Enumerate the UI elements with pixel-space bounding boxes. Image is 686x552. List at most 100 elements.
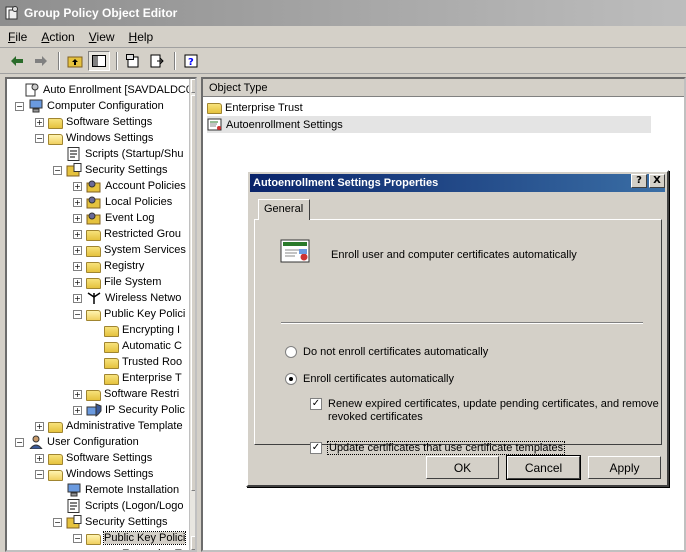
list-item-autoenrollment-settings[interactable]: Autoenrollment Settings [207,116,651,133]
computer-icon [28,99,47,113]
tree-item[interactable]: Trusted Roo [91,354,182,370]
tree-item-label: Public Key Polici [102,531,187,545]
tree-item[interactable]: − Public Key Polici [73,530,187,546]
radio-enroll-automatically[interactable]: Enroll certificates automatically [285,373,454,385]
autoenrollment-properties-dialog: Autoenrollment Settings Properties ? X G… [246,170,669,487]
properties-icon[interactable] [122,51,144,71]
folder-icon [48,116,66,129]
folder-open-icon [86,532,104,545]
forward-arrow-icon[interactable] [30,51,52,71]
radio-do-not-enroll[interactable]: Do not enroll certificates automatically [285,346,488,358]
console-tree[interactable]: Auto Enrollment [SAVDALDC01. − Computer Co… [5,77,197,552]
tree-item[interactable]: − Windows Settings [35,466,153,482]
folder-icon [48,452,66,465]
checkbox-checked[interactable]: ✓ [310,398,322,410]
radio-label: Do not enroll certificates automatically [303,346,489,358]
folder-icon [86,388,104,401]
tree-item[interactable]: − User Configuration [15,434,139,450]
expand-icon[interactable]: + [73,405,82,415]
tree-item[interactable]: Remote Installation [53,482,179,498]
expand-icon[interactable]: + [35,421,44,431]
dialog-close-button[interactable]: X [649,174,665,188]
tree-item[interactable]: + Administrative Template [35,418,183,434]
radio-button[interactable] [285,346,297,358]
tree-item[interactable]: + Account Policies [73,178,186,194]
menu-file[interactable]: File [8,30,27,44]
collapse-icon[interactable]: − [53,517,62,527]
menu-help[interactable]: Help [129,30,154,44]
tree-scrollbar[interactable]: ▲ ▼ [189,79,195,550]
tree-item-label: Windows Settings [66,468,154,480]
tree-item[interactable]: Auto Enrollment [SAVDALDC01. [11,82,195,98]
expand-icon[interactable]: + [73,261,82,271]
collapse-icon[interactable]: − [15,101,24,111]
menu-action[interactable]: Action [41,30,74,44]
tree-item[interactable]: + Local Policies [73,194,172,210]
tree-item[interactable]: + Registry [73,258,144,274]
expand-icon[interactable]: + [73,181,82,191]
expand-icon[interactable]: + [73,245,82,255]
scroll-down-arrow-icon[interactable]: ▼ [191,536,195,550]
tree-item[interactable]: + Software Settings [35,450,152,466]
toolbar-separator [116,51,118,70]
collapse-icon[interactable]: − [73,309,82,319]
tree-item[interactable]: + Software Restri [73,386,179,402]
expand-icon[interactable]: + [73,229,82,239]
expand-icon[interactable]: + [35,453,44,463]
tree-item[interactable]: Scripts (Startup/Shu [53,146,183,162]
up-folder-icon[interactable] [64,51,86,71]
ok-button[interactable]: OK [426,456,499,479]
expand-icon[interactable]: + [73,277,82,287]
checkbox-checked[interactable]: ✓ [310,442,322,454]
expand-icon[interactable]: + [35,117,44,127]
folder-open-icon [48,468,66,481]
tab-general[interactable]: General [258,199,310,220]
collapse-icon[interactable]: − [53,165,62,175]
folder-icon [86,276,104,289]
column-header-object-type[interactable]: Object Type [203,79,684,97]
tree-item[interactable]: − Security Settings [53,162,168,178]
dialog-title-bar: Autoenrollment Settings Properties [250,174,665,192]
back-arrow-icon[interactable] [6,51,28,71]
tree-item[interactable]: + File System [73,274,161,290]
tree-item[interactable]: − Public Key Polici [73,306,185,322]
tree-item[interactable]: Automatic C [91,338,182,354]
expand-icon[interactable]: + [73,213,82,223]
checkbox-update-templates[interactable]: ✓ Update certificates that use certifica… [310,441,566,455]
tree-item[interactable]: − Security Settings [53,514,168,530]
tree-item[interactable]: Enterprise T [91,546,182,550]
help-icon[interactable]: ? [180,51,202,71]
tree-item-label: User Configuration [47,436,139,448]
dialog-help-button[interactable]: ? [631,174,647,188]
tree-item-label: Restricted Grou [104,228,182,240]
tree-item[interactable]: + System Services [73,242,186,258]
radio-button-checked[interactable] [285,373,297,385]
collapse-icon[interactable]: − [73,533,82,543]
tree-item[interactable]: − Computer Configuration [15,98,164,114]
scroll-thumb[interactable] [191,95,195,491]
collapse-icon[interactable]: − [15,437,24,447]
tree-item[interactable]: + Software Settings [35,114,152,130]
list-item-enterprise-trust[interactable]: Enterprise Trust [207,99,303,116]
tree-item[interactable]: Scripts (Logon/Logo [53,498,183,514]
expand-icon[interactable]: + [73,197,82,207]
tree-item[interactable]: − Windows Settings [35,130,153,146]
tree-item[interactable]: Enterprise T [91,370,182,386]
collapse-icon[interactable]: − [35,133,44,143]
cancel-button[interactable]: Cancel [506,455,581,480]
scroll-up-arrow-icon[interactable]: ▲ [191,79,195,93]
expand-icon[interactable]: + [73,389,82,399]
export-list-icon[interactable] [146,51,168,71]
expand-icon[interactable]: + [73,293,82,303]
show-hide-tree-icon[interactable] [88,50,110,71]
menu-view[interactable]: View [89,30,115,44]
security-folder-icon [86,179,105,193]
checkbox-renew-expired[interactable]: ✓ Renew expired certificates, update pen… [310,398,659,424]
tree-item[interactable]: Encrypting I [91,322,180,338]
apply-button[interactable]: Apply [588,456,661,479]
collapse-icon[interactable]: − [35,469,44,479]
tree-item[interactable]: + Event Log [73,210,155,226]
tree-item[interactable]: + IP Security Polic [73,402,185,418]
tree-item[interactable]: + Wireless Netwo [73,290,181,306]
tree-item[interactable]: + Restricted Grou [73,226,181,242]
